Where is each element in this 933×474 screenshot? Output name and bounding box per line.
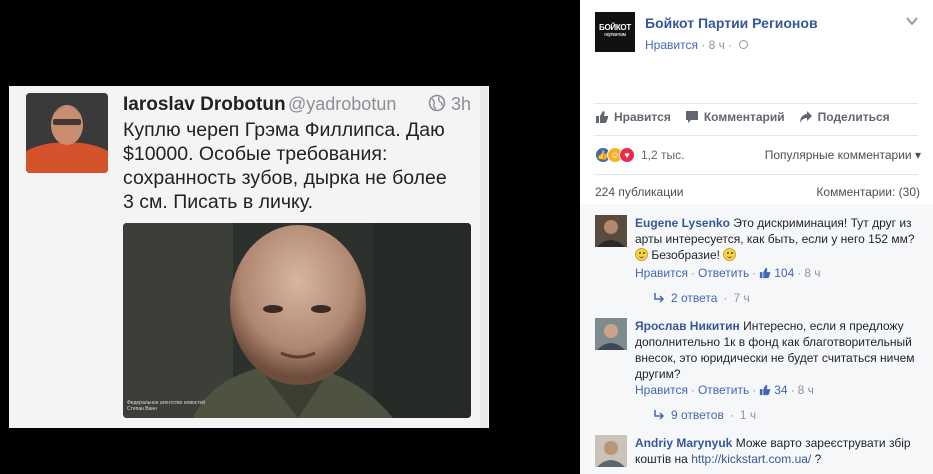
share-button[interactable]: Поделиться [799, 110, 890, 124]
thumbs-up-icon [596, 111, 609, 123]
share-icon [799, 111, 812, 123]
comment-text-tail: ? [814, 452, 822, 466]
tweet-text: Куплю череп Грэма Филлипса. Даю $10000. … [123, 119, 447, 213]
smile-emoji-icon [635, 248, 648, 261]
comment-like-link[interactable]: Нравится [635, 383, 688, 397]
comment-body: Ярослав Никитин Интересно, если я предло… [635, 318, 920, 382]
post-meta: Нравится · 8 ч · [645, 37, 748, 52]
comment-reply-link[interactable]: Ответить [698, 266, 749, 280]
comment-author[interactable]: Ярослав Никитин [635, 319, 740, 333]
reply-arrow-icon [654, 410, 665, 420]
avatar[interactable] [595, 435, 627, 467]
shares-count[interactable]: 224 публикации [595, 185, 684, 199]
comment-actions: Нравится · Ответить · 104 · 8 ч [635, 266, 821, 280]
separator: · [797, 266, 802, 280]
comment-text-tail: Безобразие! [651, 248, 720, 262]
meta-separator: · [701, 37, 706, 52]
thumbs-up-icon [760, 267, 771, 279]
comment-actions: Нравится · Ответить · 34 · 8 ч [635, 383, 814, 397]
divider [595, 135, 918, 136]
post-panel: БОЙКОТ окупантам Бойкот Партии Регионов … [580, 0, 933, 474]
share-label: Поделиться [817, 110, 890, 124]
comment-sort-dropdown[interactable]: Популярные комментарии ▾ [765, 148, 921, 162]
tweet-photo: Федеральное агентство новостей Степан Ва… [123, 223, 471, 418]
divider [595, 103, 918, 104]
page-logo[interactable]: БОЙКОТ окупантам [595, 12, 635, 52]
comments-count: Комментарии: (30) [816, 185, 920, 199]
thumbs-up-icon [760, 384, 771, 396]
comment-author[interactable]: Eugene Lysenko [635, 216, 730, 230]
screen: Iaroslav Drobotun @yadrobotun 3h Куплю ч… [0, 0, 933, 474]
replies-time: 1 ч [739, 408, 757, 422]
love-reaction-icon: ♥ [619, 147, 635, 163]
comment-time[interactable]: 8 ч [798, 383, 814, 397]
comment-link[interactable]: http://kickstart.com.ua/ [691, 452, 811, 466]
page-name[interactable]: Бойкот Партии Регионов [645, 15, 818, 31]
view-replies[interactable]: 9 ответов · 1 ч [653, 408, 756, 422]
comment-reply-link[interactable]: Ответить [698, 383, 749, 397]
comment-body: Andriy Marynyuk Може варто зареєструвати… [635, 435, 920, 467]
comment-label: Комментарий [703, 110, 785, 124]
replies-time: 7 ч [733, 291, 750, 305]
separator: · [729, 408, 734, 422]
separator: · [723, 291, 728, 305]
avatar[interactable] [595, 215, 627, 247]
tweet-author-name[interactable]: Iaroslav Drobotun [123, 94, 286, 116]
globe-icon [428, 94, 446, 112]
replies-count: 9 ответов [671, 408, 724, 422]
separator: · [752, 266, 757, 280]
divider [595, 174, 918, 175]
post-time[interactable]: 8 ч [709, 38, 725, 52]
reply-arrow-icon [654, 293, 665, 303]
comment-like-count[interactable]: 34 [774, 383, 787, 397]
page-logo-text: БОЙКОТ [599, 23, 631, 32]
tweet-scrollbar[interactable] [480, 86, 488, 428]
chevron-down-icon[interactable] [906, 16, 918, 26]
comment-time[interactable]: 8 ч [804, 266, 820, 280]
comment-button[interactable]: Комментарий [685, 110, 785, 124]
comment-like-count[interactable]: 104 [774, 266, 794, 280]
smile-emoji-icon [723, 248, 737, 261]
tweet-author-handle[interactable]: @yadrobotun [288, 94, 396, 115]
like-label: Нравится [614, 110, 671, 124]
separator: · [690, 383, 695, 397]
photo-viewer: Iaroslav Drobotun @yadrobotun 3h Куплю ч… [0, 0, 580, 474]
post-actions: Нравится Комментарий Поделиться [595, 110, 918, 124]
post-stats: 224 публикации Комментарии: (30) [595, 185, 920, 199]
tweet-avatar [26, 93, 108, 173]
comment-author[interactable]: Andriy Marynyuk [635, 436, 732, 450]
meta-separator: · [728, 37, 733, 52]
page-like-link[interactable]: Нравится [645, 38, 698, 52]
avatar[interactable] [595, 318, 627, 350]
tweet-time: 3h [451, 94, 472, 114]
separator: · [790, 383, 795, 397]
like-button[interactable]: Нравится [595, 110, 671, 124]
tweet-screenshot: Iaroslav Drobotun @yadrobotun 3h Куплю ч… [9, 86, 489, 428]
public-audience-icon [738, 40, 748, 50]
page-logo-subtext: окупантам [604, 32, 626, 38]
comment-like-link[interactable]: Нравится [635, 266, 688, 280]
separator: · [690, 266, 695, 280]
comment-body: Eugene Lysenko Это дискриминация! Тут др… [635, 215, 920, 263]
photo-caption: Федеральное агентство новостей Степан Ва… [127, 400, 206, 412]
comment-icon [685, 111, 698, 123]
separator: · [752, 383, 757, 397]
view-replies[interactable]: 2 ответа · 7 ч [653, 291, 750, 305]
replies-count: 2 ответа [671, 291, 718, 305]
reaction-count: 1,2 тыс. [641, 148, 685, 162]
